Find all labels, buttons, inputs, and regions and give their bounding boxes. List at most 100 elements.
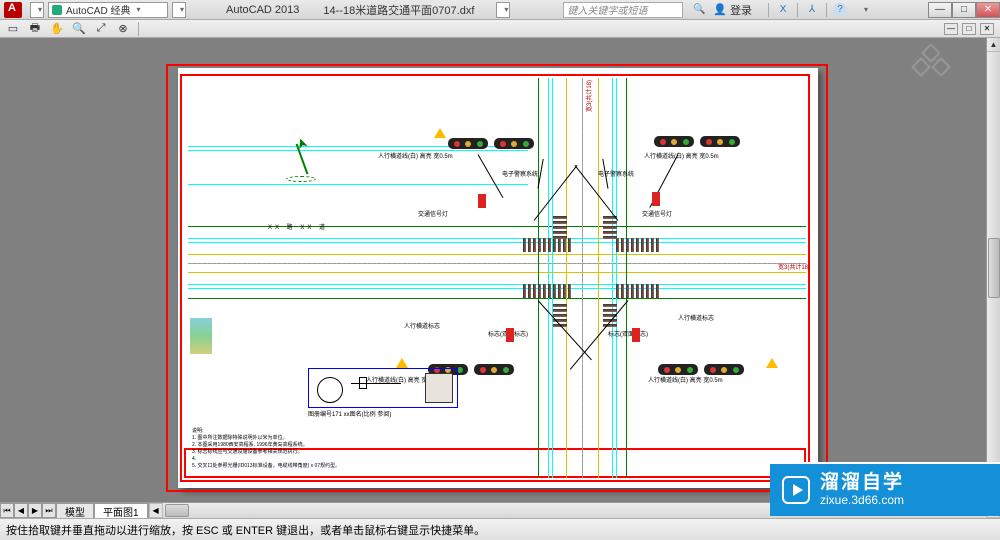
tab-next-button[interactable]: ▶ [28,503,42,518]
watermark-title: 溜溜自学 [820,472,904,494]
share-icon[interactable]: ⅄ [804,2,820,18]
viewcube[interactable] [910,44,956,84]
workspace-label: AutoCAD 经典 [66,2,130,17]
horizontal-road [188,238,806,298]
status-bar: 按住拾取键并垂直拖动以进行缩放，按 ESC 或 ENTER 键退出，或者单击鼠标… [0,518,1000,540]
quick-toolbar: ▭ 🖶 ✋ 🔍 ⤢ ⊗ — □ ✕ [0,20,1000,38]
window-controls: — □ ✕ [928,2,1000,18]
divider [138,22,139,36]
layout-tab-1[interactable]: 平面图1 [94,503,148,518]
app-icon[interactable] [4,2,22,18]
road-label: XX 路 XX 道 [268,222,328,231]
divider [768,3,769,17]
traffic-signal-2 [494,138,534,149]
dimension: 宽3(共计18) [584,80,593,112]
qat-overflow[interactable]: ▾ [172,2,186,18]
warning-sign-2 [766,358,778,368]
tab-last-button[interactable]: ⏭ [42,503,56,518]
app-title: AutoCAD 2013 [226,4,299,16]
divider [826,3,827,17]
tab-prev-button[interactable]: ◀ [14,503,28,518]
workspace-selector[interactable]: AutoCAD 经典 ▾ [48,2,168,18]
doc-minimize-button[interactable]: — [944,23,958,35]
title-bar: ▾ AutoCAD 经典 ▾ ▾ AutoCAD 2013 14--18米道路交… [0,0,1000,20]
warning-sign-1 [396,358,408,368]
help-dropdown[interactable]: ▾ [857,2,869,18]
refresh-icon[interactable]: ⊗ [116,22,130,36]
traffic-signal-7 [658,364,698,375]
doc-restore-button[interactable]: □ [962,23,976,35]
titleblock-caption: 图册编号171 xx图名(比例 参阅) [308,412,468,418]
print-icon[interactable]: 🖶 [28,22,42,36]
survey-line [188,150,528,151]
annotation: 人行横道标志 [678,316,714,322]
doc-close-button[interactable]: ✕ [980,23,994,35]
survey-line [188,184,528,185]
model-tab[interactable]: 模型 [56,503,94,518]
annotation: 标志(双面标志) [608,332,648,338]
traffic-signal-4 [700,136,740,147]
hscroll-thumb[interactable] [165,504,189,517]
recent-dropdown[interactable]: ▾ [496,2,510,18]
ped-signal [652,192,660,206]
annotation: 人行横道标志 [404,324,440,330]
new-icon[interactable]: ▭ [6,22,20,36]
workspace-icon [52,5,62,15]
tab-nav-buttons: ⏮ ◀ ▶ ⏭ [0,503,56,518]
zoom-extent-icon[interactable]: ⤢ [94,22,108,36]
doc-window-controls: — □ ✕ [944,23,994,35]
annotation: 人行横道线(白) 高亮 宽0.5m [648,378,723,384]
ped-signal [506,328,514,342]
sign-in-button[interactable]: 👤登录 [713,2,752,18]
north-arrow [278,138,328,188]
scroll-up-button[interactable]: ▲ [987,38,1000,52]
crosswalk-bottom-r [616,284,659,298]
annotation: 电子警察系统 [598,172,634,178]
watermark-banner: 溜溜自学 zixue.3d66.com [770,462,1000,516]
warning-sign-3 [434,128,446,138]
annotation: 交通信号灯 [642,212,672,218]
annotation: 人行横道线(白) 高亮 宽0.5m [378,154,453,160]
crosswalk-top [523,238,571,252]
scroll-left-button[interactable]: ◀ [149,503,163,518]
crosswalk-bottom [523,284,571,298]
infocenter-icon[interactable]: 🔍 [691,2,707,18]
drawing-paper: 人行横道线(白) 高亮 宽0.5m 人行横道线(白) 高亮 宽0.5m 人行横道… [178,68,818,488]
traffic-signal-8 [704,364,744,375]
divider [797,3,798,17]
play-icon [782,476,810,504]
window-maximize-button[interactable]: □ [952,2,976,18]
scroll-thumb[interactable] [988,238,1000,298]
file-name: 14--18米道路交通平面0707.dxf [323,2,474,18]
watermark-url: zixue.3d66.com [820,494,904,508]
ped-signal [632,328,640,342]
qat-dropdown[interactable]: ▾ [30,2,44,18]
dimension: 宽3(共计18) [778,262,810,271]
annotation: 电子警察系统 [502,172,538,178]
pan-icon[interactable]: ✋ [50,22,64,36]
title-tools: 🔍 👤登录 X ⅄ ? ▾ [691,2,869,18]
annotation: 人行横道线(白) 高亮 宽0.5m [644,154,719,160]
crosswalk-left-v [553,216,567,239]
window-minimize-button[interactable]: — [928,2,952,18]
traffic-signal-1 [448,138,488,149]
search-input[interactable]: 键入关键字或短语 [563,2,683,18]
crosswalk-top-r [616,238,659,252]
zoom-window-icon[interactable]: 🔍 [72,22,86,36]
traffic-signal-3 [654,136,694,147]
annotation: 交通信号灯 [418,212,448,218]
title-block [308,368,458,408]
window-close-button[interactable]: ✕ [976,2,1000,18]
ped-signal [478,194,486,208]
tab-first-button[interactable]: ⏮ [0,503,14,518]
drawing-notes: 说明: 1. 图中所注数据除特殊说明外以米为单位。 2. 本图采用1980西安高… [192,428,340,470]
vertical-scrollbar[interactable]: ▲ ▼ [986,38,1000,502]
exchange-x-icon[interactable]: X [775,2,791,18]
status-hint: 按住拾取键并垂直拖动以进行缩放，按 ESC 或 ENTER 键退出，或者单击鼠标… [6,522,485,538]
legend-swatch [190,318,212,354]
traffic-signal-6 [474,364,514,375]
drawing-area[interactable]: 人行横道线(白) 高亮 宽0.5m 人行横道线(白) 高亮 宽0.5m 人行横道… [0,38,1000,502]
vertical-road [548,78,618,478]
help-icon[interactable]: ? [833,3,847,17]
crosswalk-right-v [603,216,617,239]
